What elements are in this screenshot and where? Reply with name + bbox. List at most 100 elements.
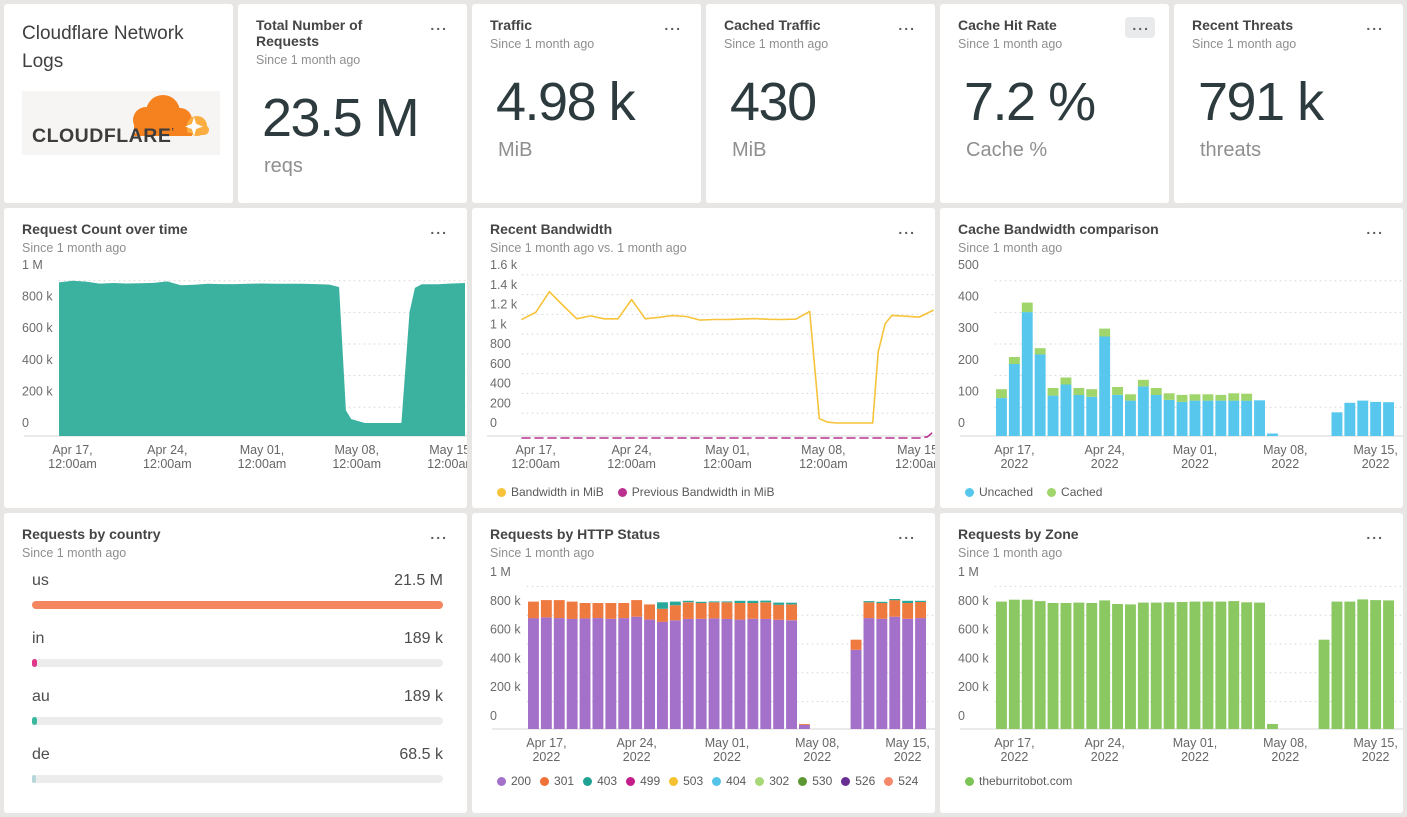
ellipsis-menu-icon[interactable]: ... — [1359, 221, 1389, 242]
bar-301[interactable] — [631, 600, 643, 617]
bar-Cached[interactable] — [1099, 328, 1111, 337]
bar-301[interactable] — [644, 604, 655, 620]
bar-Uncached[interactable] — [1150, 395, 1162, 437]
bar-Cached[interactable] — [1008, 357, 1020, 365]
bar-301[interactable] — [786, 604, 797, 621]
legend-item[interactable]: 524 — [884, 774, 918, 788]
legend-item[interactable]: theburritobot.com — [965, 774, 1072, 788]
bar-theburritobot.com[interactable] — [1331, 601, 1343, 730]
bar-200[interactable] — [786, 620, 797, 730]
bar-Uncached[interactable] — [1137, 386, 1149, 437]
bar-Uncached[interactable] — [1383, 402, 1394, 437]
bar-200[interactable] — [850, 649, 862, 730]
bar-Cached[interactable] — [1073, 388, 1085, 396]
bar-theburritobot.com[interactable] — [1008, 599, 1020, 730]
bar-403[interactable] — [915, 600, 926, 603]
bar-Uncached[interactable] — [1215, 400, 1227, 437]
bar-200[interactable] — [553, 618, 565, 730]
bar-Uncached[interactable] — [1112, 395, 1123, 437]
bar-200[interactable] — [579, 618, 591, 730]
bar-theburritobot.com[interactable] — [1318, 639, 1330, 730]
bar-403[interactable] — [721, 601, 733, 603]
zone-chart[interactable]: 1 M800 k600 k400 k200 k0Apr 17,2022Apr 2… — [940, 560, 1403, 768]
bar-theburritobot.com[interactable] — [1267, 724, 1278, 730]
bar-200[interactable] — [902, 618, 914, 730]
bar-200[interactable] — [721, 618, 733, 730]
ellipsis-menu-icon[interactable]: ... — [891, 17, 921, 38]
bar-200[interactable] — [876, 618, 888, 730]
bar-theburritobot.com[interactable] — [1021, 599, 1033, 730]
bar-301[interactable] — [708, 602, 720, 619]
bar-301[interactable] — [618, 603, 630, 619]
bar-Cached[interactable] — [996, 389, 1007, 399]
bar-Cached[interactable] — [1021, 302, 1033, 313]
bar-theburritobot.com[interactable] — [1060, 603, 1072, 730]
bar-Cached[interactable] — [1060, 377, 1072, 385]
bar-200[interactable] — [863, 618, 875, 730]
bar-200[interactable] — [631, 616, 643, 730]
bar-301[interactable] — [902, 603, 914, 619]
bar-403[interactable] — [863, 601, 875, 603]
bar-403[interactable] — [760, 600, 772, 603]
bar-Uncached[interactable] — [1060, 384, 1072, 437]
bar-Cached[interactable] — [1047, 388, 1059, 396]
bar-theburritobot.com[interactable] — [1370, 600, 1382, 730]
bar-301[interactable] — [592, 603, 604, 619]
bar-200[interactable] — [644, 619, 655, 730]
bar-Uncached[interactable] — [1254, 400, 1265, 437]
bar-200[interactable] — [657, 621, 668, 730]
bar-Cached[interactable] — [1112, 387, 1123, 396]
legend-item[interactable]: 526 — [841, 774, 875, 788]
bar-Cached[interactable] — [1163, 393, 1175, 401]
bar-200[interactable] — [773, 619, 785, 730]
bar-Uncached[interactable] — [1370, 402, 1382, 437]
legend-item[interactable]: 403 — [583, 774, 617, 788]
legend-item[interactable]: 499 — [626, 774, 660, 788]
bar-403[interactable] — [773, 602, 785, 605]
bar-Uncached[interactable] — [1228, 400, 1240, 437]
bar-301[interactable] — [579, 603, 591, 619]
bar-403[interactable] — [734, 600, 746, 604]
bar-403[interactable] — [657, 602, 668, 609]
bar-theburritobot.com[interactable] — [1150, 602, 1162, 730]
bar-200[interactable] — [799, 725, 810, 730]
bar-theburritobot.com[interactable] — [1112, 604, 1123, 730]
bar-theburritobot.com[interactable] — [1047, 603, 1059, 730]
bar-301[interactable] — [734, 603, 746, 620]
bar-theburritobot.com[interactable] — [1073, 602, 1085, 730]
bar-403[interactable] — [876, 601, 888, 604]
request-count-chart[interactable]: 1 M800 k600 k400 k200 k0Apr 17,12:00amAp… — [4, 255, 467, 479]
bar-301[interactable] — [889, 600, 901, 617]
ellipsis-menu-icon[interactable]: ... — [1359, 17, 1389, 38]
ellipsis-menu-icon[interactable]: ... — [657, 17, 687, 38]
bar-301[interactable] — [876, 603, 888, 619]
bar-Cached[interactable] — [1228, 393, 1240, 401]
bar-200[interactable] — [708, 618, 720, 730]
bar-403[interactable] — [669, 601, 681, 606]
bar-200[interactable] — [592, 618, 604, 730]
bar-200[interactable] — [695, 618, 707, 730]
bar-Cached[interactable] — [1202, 394, 1214, 401]
bar-Uncached[interactable] — [1047, 395, 1059, 437]
ellipsis-menu-icon[interactable]: ... — [423, 221, 453, 242]
bar-301[interactable] — [799, 724, 810, 726]
bar-301[interactable] — [566, 601, 578, 620]
bar-theburritobot.com[interactable] — [1383, 600, 1394, 730]
bar-Cached[interactable] — [1137, 380, 1149, 387]
bar-theburritobot.com[interactable] — [1357, 599, 1369, 730]
bar-Uncached[interactable] — [1099, 336, 1111, 437]
ellipsis-menu-icon[interactable]: ... — [891, 526, 921, 547]
bar-301[interactable] — [657, 608, 668, 622]
legend-item[interactable]: Bandwidth in MiB — [497, 485, 604, 499]
ellipsis-menu-icon[interactable]: ... — [423, 17, 453, 38]
bar-Uncached[interactable] — [1202, 400, 1214, 437]
bar-200[interactable] — [682, 618, 694, 730]
bar-200[interactable] — [734, 619, 746, 730]
bar-Uncached[interactable] — [1331, 412, 1343, 437]
bar-Uncached[interactable] — [1267, 433, 1278, 437]
bar-theburritobot.com[interactable] — [1228, 601, 1240, 730]
bar-Uncached[interactable] — [1125, 400, 1136, 437]
bar-theburritobot.com[interactable] — [1344, 601, 1356, 730]
bar-theburritobot.com[interactable] — [996, 601, 1007, 730]
bar-403[interactable] — [708, 601, 720, 603]
